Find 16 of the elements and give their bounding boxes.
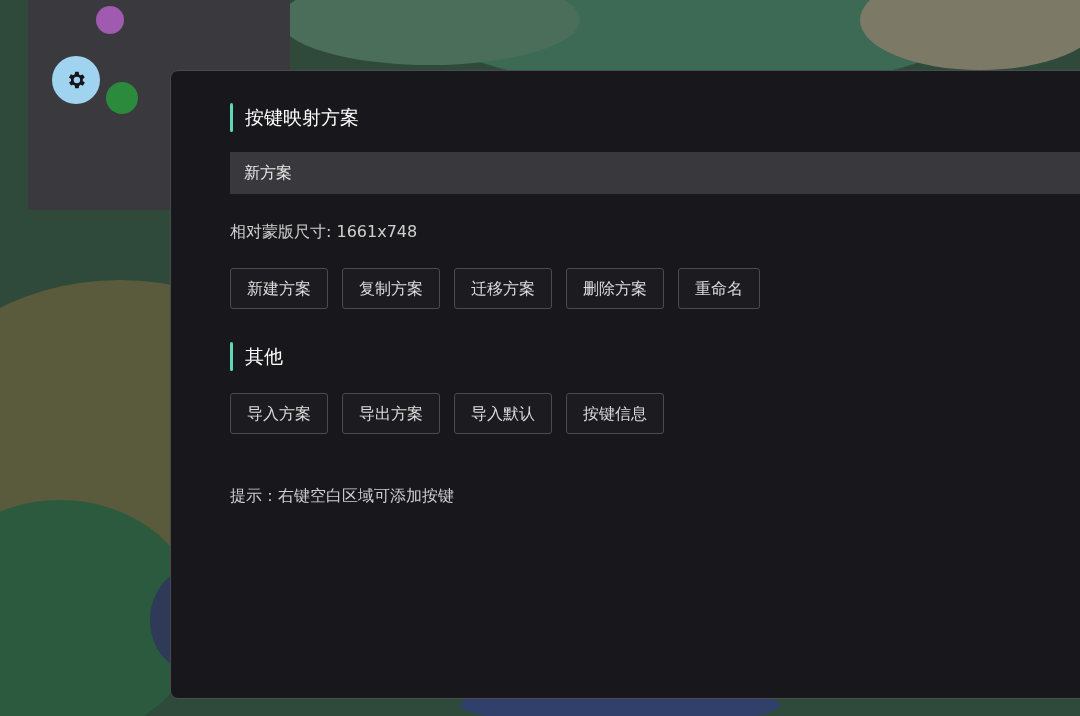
action-button[interactable]: 导入默认: [454, 393, 552, 434]
section-title: 其他: [245, 344, 283, 370]
scheme-name-field[interactable]: 新方案: [230, 152, 1080, 194]
action-button[interactable]: 重命名: [678, 268, 760, 309]
size-info: 相对蒙版尺寸: 1661x748: [230, 221, 419, 243]
action-button[interactable]: 导入方案: [230, 393, 328, 434]
action-button[interactable]: 复制方案: [342, 268, 440, 309]
action-button[interactable]: 按键信息: [566, 393, 664, 434]
section-title: 按键映射方案: [245, 105, 359, 131]
action-button[interactable]: 迁移方案: [454, 268, 552, 309]
accent-bar: [230, 103, 233, 132]
accent-bar: [230, 342, 233, 371]
action-button[interactable]: 导出方案: [342, 393, 440, 434]
action-button[interactable]: 删除方案: [566, 268, 664, 309]
action-button[interactable]: 新建方案: [230, 268, 328, 309]
hint-text: 提示：右键空白区域可添加按键: [230, 485, 455, 507]
